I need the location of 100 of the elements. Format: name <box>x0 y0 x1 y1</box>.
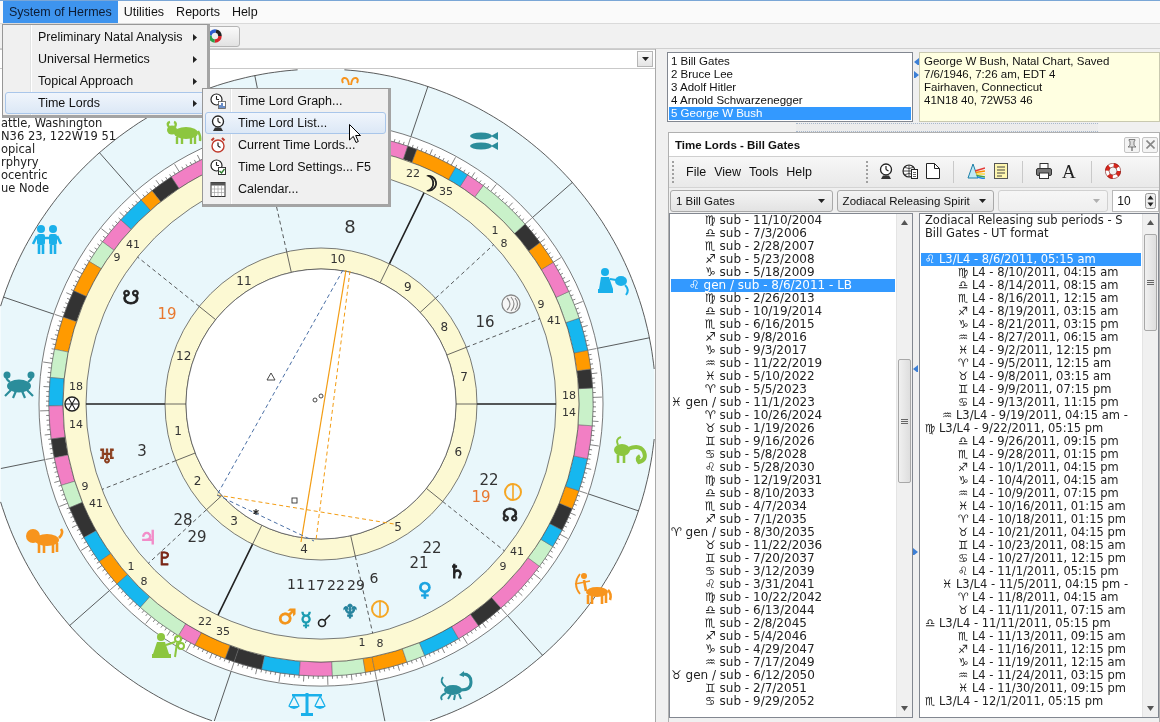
period-row[interactable]: ♍ sub - 2/26/2013 <box>671 292 895 305</box>
period-row[interactable]: ♊ sub - 9/16/2026 <box>671 435 895 448</box>
period-row[interactable]: ♎ sub - 8/10/2033 <box>671 487 895 500</box>
sub-period-row[interactable]: ♎ L4 - 8/14/2011, 08:15 am <box>921 279 1141 292</box>
period-row[interactable]: ♏ sub - 2/8/2045 <box>671 617 895 630</box>
sub-period-row[interactable]: ♍ L4 - 8/10/2011, 04:15 am <box>921 266 1141 279</box>
sub-period-row[interactable]: ♏ L4 - 11/13/2011, 09:15 am <box>921 630 1141 643</box>
up-down-arrows-icon[interactable] <box>1145 192 1156 209</box>
period-row[interactable]: ♊ sub - 2/7/2051 <box>671 682 895 695</box>
sub-period-row[interactable]: ♑ L4 - 10/4/2011, 04:15 am <box>921 474 1141 487</box>
sub-period-row[interactable]: ♈ L4 - 9/5/2011, 12:15 am <box>921 357 1141 370</box>
menu-item[interactable]: Tools <box>745 165 783 179</box>
printer-icon[interactable] <box>1035 162 1052 179</box>
sub-period-row[interactable]: ♒ L4 - 8/27/2011, 06:15 am <box>921 331 1141 344</box>
period-row[interactable]: ♑ sub - 4/29/2047 <box>671 643 895 656</box>
period-row[interactable]: ♐ sub - 9/8/2016 <box>671 331 895 344</box>
chart-list-item[interactable]: 3 Adolf Hitler <box>669 81 911 94</box>
sub-period-row[interactable]: ♉ L4 - 10/21/2011, 04:15 pm <box>921 526 1141 539</box>
sub-period-row[interactable]: ♈ L4 - 10/18/2011, 01:15 pm <box>921 513 1141 526</box>
period-row[interactable]: ♏ sub - 6/16/2015 <box>671 318 895 331</box>
period-row[interactable]: ♓ gen / sub - 11/1/2023 <box>671 396 895 409</box>
scrollbar-thumb[interactable] <box>1144 234 1157 331</box>
scrollbar-thumb[interactable] <box>898 359 911 483</box>
menu-item[interactable]: Current Time Lords... <box>205 134 386 156</box>
period-row[interactable]: ♌ sub - 5/28/2030 <box>671 461 895 474</box>
period-row[interactable]: ♍ sub - 12/19/2031 <box>671 474 895 487</box>
sub-period-row[interactable]: ♓ L3/L4 - 11/5/2011, 04:15 pm - <box>921 578 1141 591</box>
period-row[interactable]: ♒ sub - 7/17/2049 <box>671 656 895 669</box>
prism-icon[interactable] <box>966 162 985 179</box>
sub-period-row[interactable]: ♋ L4 - 9/13/2011, 11:15 pm <box>921 396 1141 409</box>
sub-period-row[interactable]: ♑ L4 - 8/21/2011, 03:15 pm <box>921 318 1141 331</box>
sub-period-row[interactable]: ♊ L4 - 10/23/2011, 08:15 am <box>921 539 1141 552</box>
chart-dropdown[interactable]: 1 Bill Gates <box>670 189 833 212</box>
globe-document-icon[interactable] <box>901 162 918 179</box>
sub-period-row[interactable]: ♓ L4 - 9/2/2011, 12:15 pm <box>921 344 1141 357</box>
number-spinner[interactable]: 10 <box>1112 189 1159 212</box>
sub-period-row[interactable]: ♍ L3/L4 - 9/22/2011, 05:15 pm <box>921 422 1141 435</box>
sub-period-row[interactable]: ♓ L4 - 11/30/2011, 09:15 pm <box>921 682 1141 695</box>
grip-icon[interactable] <box>865 161 868 183</box>
menu-item[interactable]: Universal Hermetics <box>5 48 205 70</box>
sub-period-row[interactable]: ♎ L3/L4 - 11/11/2011, 05:15 pm <box>921 617 1141 630</box>
font-button[interactable]: A <box>1061 162 1076 182</box>
period-row[interactable]: ♈ sub - 10/26/2024 <box>671 409 895 422</box>
sub-period-row[interactable]: ♐ L4 - 10/1/2011, 04:15 pm <box>921 461 1141 474</box>
sub-period-row[interactable]: ♒ L4 - 10/9/2011, 07:15 pm <box>921 487 1141 500</box>
period-row[interactable]: ♏ sub - 2/28/2007 <box>671 240 895 253</box>
sub-period-row[interactable]: ♐ L4 - 8/19/2011, 03:15 am <box>921 305 1141 318</box>
menu-item[interactable]: Time Lord Graph... <box>205 90 386 112</box>
sub-period-row[interactable]: ♒ L4 - 11/24/2011, 03:15 pm <box>921 669 1141 682</box>
document-lines-icon[interactable] <box>992 162 1009 179</box>
sub-period-row[interactable]: ♎ L4 - 9/26/2011, 09:15 pm <box>921 435 1141 448</box>
chart-list-item[interactable]: 4 Arnold Schwarzenegger <box>669 94 911 107</box>
clock-icon[interactable] <box>877 162 894 179</box>
sub-period-row[interactable]: ♏ L4 - 8/16/2011, 12:15 am <box>921 292 1141 305</box>
menu-bar-item[interactable]: Utilities <box>117 1 171 23</box>
period-row[interactable]: ♉ sub - 11/22/2036 <box>671 539 895 552</box>
chart-list-item[interactable]: 1 Bill Gates <box>669 55 911 68</box>
period-row[interactable]: ♈ sub - 5/5/2023 <box>671 383 895 396</box>
menu-item[interactable]: Time Lords <box>5 92 205 114</box>
sub-period-row[interactable]: ♏ L4 - 9/28/2011, 01:15 pm <box>921 448 1141 461</box>
close-button[interactable] <box>1142 136 1158 153</box>
menu-item[interactable]: File <box>682 165 711 179</box>
pin-button[interactable] <box>1124 136 1140 153</box>
sub-period-row[interactable]: ♋ L4 - 10/27/2011, 12:15 pm <box>921 552 1141 565</box>
period-row[interactable]: ♑ sub - 5/18/2009 <box>671 266 895 279</box>
sub-period-row[interactable]: ♈ L4 - 11/8/2011, 04:15 am <box>921 591 1141 604</box>
menu-item[interactable]: View <box>710 165 746 179</box>
period-row[interactable]: ♋ sub - 9/29/2052 <box>671 695 895 708</box>
method-dropdown[interactable]: Zodiacal Releasing Spirit <box>836 189 995 212</box>
period-row[interactable]: ♉ gen / sub - 6/12/2050 <box>671 669 895 682</box>
sub-period-row[interactable]: ♑ L4 - 11/19/2011, 12:15 am <box>921 656 1141 669</box>
chart-list-item[interactable]: 2 Bruce Lee <box>669 68 911 81</box>
scrollbar[interactable] <box>1142 214 1158 717</box>
sub-period-row[interactable]: ♊ L4 - 9/9/2011, 07:15 pm <box>921 383 1141 396</box>
period-row[interactable]: ♐ sub - 5/4/2046 <box>671 630 895 643</box>
menu-item[interactable]: Help <box>782 165 816 179</box>
menu-item[interactable]: Time Lord List... <box>205 112 386 134</box>
period-row[interactable]: ♍ sub - 11/10/2004 <box>671 214 895 227</box>
period-row[interactable]: ♌ sub - 3/31/2041 <box>671 578 895 591</box>
period-row[interactable]: ♎ sub - 10/19/2014 <box>671 305 895 318</box>
lifebuoy-icon[interactable] <box>1104 162 1121 179</box>
sub-period-row[interactable]: ♐ L4 - 11/16/2011, 12:15 pm <box>921 643 1141 656</box>
period-row[interactable]: ♊ sub - 7/20/2037 <box>671 552 895 565</box>
period-row[interactable]: ♑ sub - 9/3/2017 <box>671 344 895 357</box>
period-row[interactable]: ♎ sub - 7/3/2006 <box>671 227 895 240</box>
period-row[interactable]: ♒ sub - 11/22/2019 <box>671 357 895 370</box>
period-row[interactable]: ♏ sub - 4/7/2034 <box>671 500 895 513</box>
page-icon[interactable] <box>925 162 940 179</box>
menu-item[interactable]: Calendar... <box>205 178 386 200</box>
scrollbar[interactable] <box>896 214 912 717</box>
sub-period-row[interactable]: ♉ L4 - 11/11/2011, 07:15 am <box>921 604 1141 617</box>
period-row[interactable]: ♋ sub - 5/8/2028 <box>671 448 895 461</box>
period-row[interactable]: ♈ gen / sub - 8/30/2035 <box>671 526 895 539</box>
menu-bar-item[interactable]: System of Hermes <box>3 1 118 23</box>
menu-bar-item[interactable]: Reports <box>170 1 226 23</box>
period-row[interactable]: ♉ sub - 1/19/2026 <box>671 422 895 435</box>
sub-period-row[interactable]: ♏ L3/L4 - 12/1/2011, 05:15 pm <box>921 695 1141 708</box>
sub-period-row[interactable]: ♒ L3/L4 - 9/19/2011, 04:15 am - <box>921 409 1141 422</box>
period-row[interactable]: ♐ sub - 7/1/2035 <box>671 513 895 526</box>
sub-period-row[interactable]: ♓ L4 - 10/16/2011, 01:15 am <box>921 500 1141 513</box>
